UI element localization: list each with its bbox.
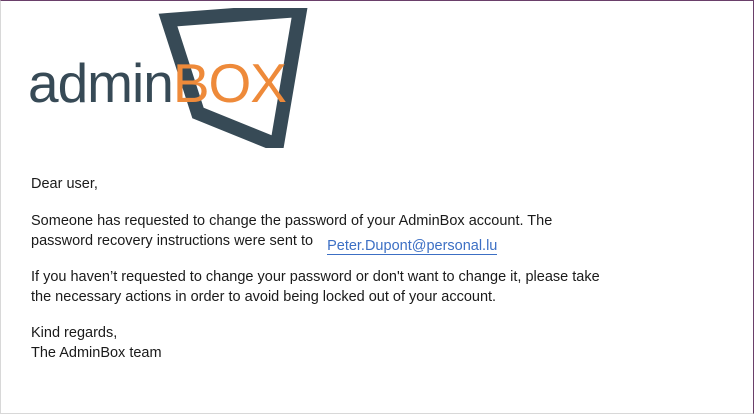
password-request-paragraph-line2: password recovery instructions were sent… <box>31 231 731 255</box>
logo-admin-text: admin <box>28 52 174 114</box>
password-request-paragraph-line1: Someone has requested to change the pass… <box>31 213 553 229</box>
logo-box-text: BOX <box>172 52 287 114</box>
email-body: Dear user, Someone has requested to chan… <box>31 174 731 363</box>
recovery-email-link[interactable]: Peter.Dupont@personal.lu <box>327 238 498 255</box>
greeting-text: Dear user, <box>31 176 98 192</box>
closing-text: Kind regards, <box>31 325 118 341</box>
warning-paragraph-line2: the necessary actions in order to avoid … <box>31 289 497 305</box>
signature-text: The AdminBox team <box>31 345 162 361</box>
adminbox-logo: adminBOX <box>22 8 322 148</box>
recovery-sent-text: password recovery instructions were sent… <box>31 233 314 249</box>
logo-wordmark: adminBOX <box>28 56 287 111</box>
warning-paragraph-line1: If you haven’t requested to change your … <box>31 269 600 285</box>
